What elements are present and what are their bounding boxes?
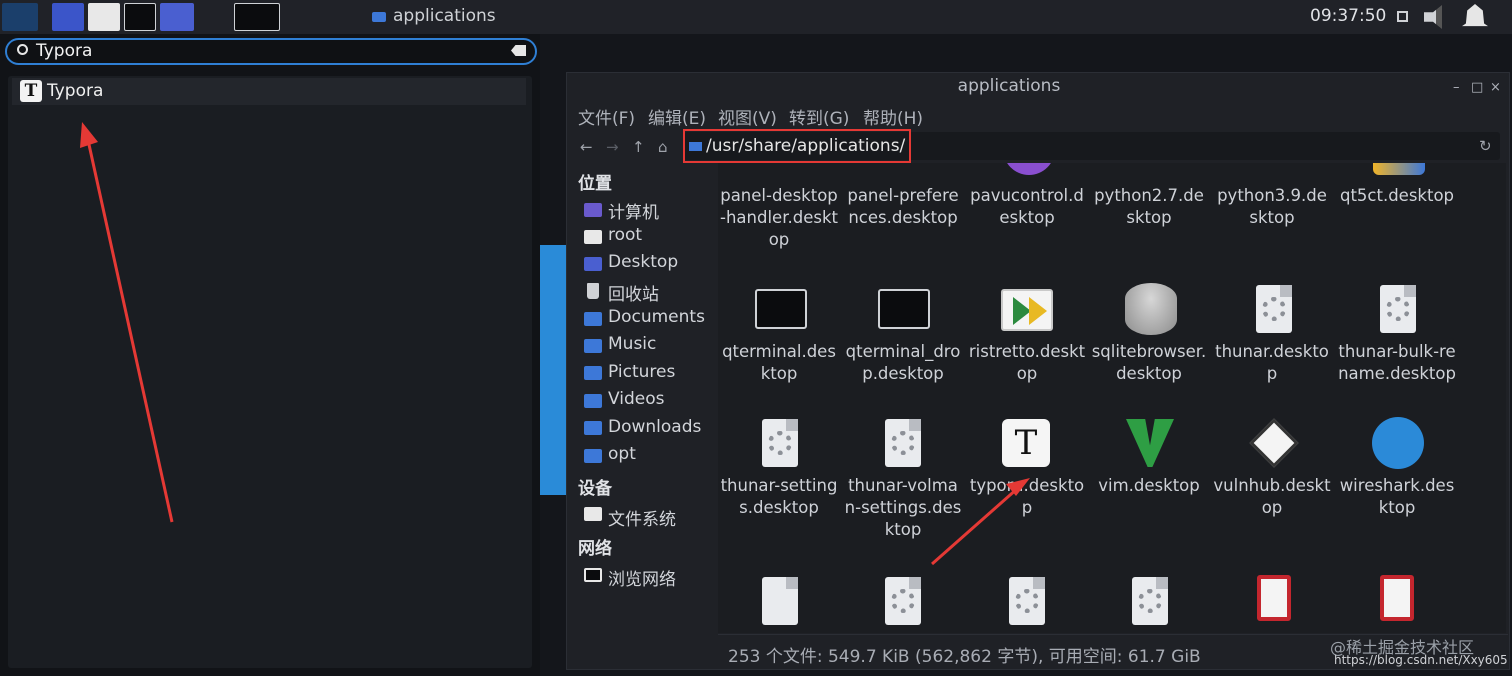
arrow-to-result	[86, 139, 174, 523]
arrowhead	[1006, 478, 1030, 496]
arrow-to-typora-file	[931, 486, 1019, 566]
arrowhead	[80, 122, 98, 148]
annotation-arrows	[80, 122, 1030, 566]
